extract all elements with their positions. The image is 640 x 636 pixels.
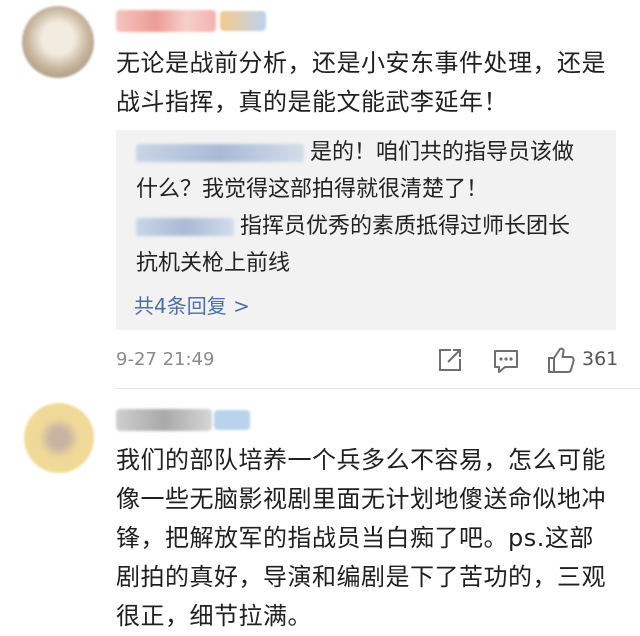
user-badge bbox=[220, 11, 266, 31]
comment-text: 我们的部队培养一个兵多么不容易，怎么可能 像一些无脑影视剧里面无计划地傻送命似地… bbox=[116, 446, 606, 630]
user-badge bbox=[214, 410, 250, 430]
comment-icon[interactable] bbox=[492, 348, 520, 374]
username[interactable] bbox=[116, 409, 212, 431]
thumbs-up-icon[interactable] bbox=[546, 345, 576, 375]
username[interactable] bbox=[116, 10, 216, 32]
reply-item[interactable]: 是的！咱们共的指导员该做 什么？我觉得这部拍得就很清楚了！ bbox=[136, 134, 600, 208]
like-count: 361 bbox=[582, 348, 619, 370]
comment-card: 我们的部队培养一个兵多么不容易，怎么可能 像一些无脑影视剧里面无计划地傻送命似地… bbox=[0, 389, 640, 630]
comment-card: 无论是战前分析，还是小安东事件处理，还是 战斗指挥，真的是能文能武李延年！ 是的… bbox=[0, 0, 640, 390]
reply-username[interactable] bbox=[136, 144, 304, 162]
reply-box[interactable]: 是的！咱们共的指导员该做 什么？我觉得这部拍得就很清楚了！ 指挥员优秀的素质抵得… bbox=[116, 130, 616, 330]
avatar[interactable] bbox=[24, 403, 94, 473]
reply-username[interactable] bbox=[136, 218, 234, 236]
share-icon[interactable] bbox=[437, 347, 463, 373]
comment-text: 无论是战前分析，还是小安东事件处理，还是 战斗指挥，真的是能文能武李延年！ bbox=[116, 49, 606, 116]
more-replies-link[interactable]: 共4条回复 > bbox=[134, 290, 250, 319]
comment-timestamp: 9-27 21:49 bbox=[116, 349, 215, 370]
avatar[interactable] bbox=[22, 6, 94, 78]
reply-item[interactable]: 指挥员优秀的素质抵得过师长团长 抗机关枪上前线 bbox=[136, 208, 600, 282]
